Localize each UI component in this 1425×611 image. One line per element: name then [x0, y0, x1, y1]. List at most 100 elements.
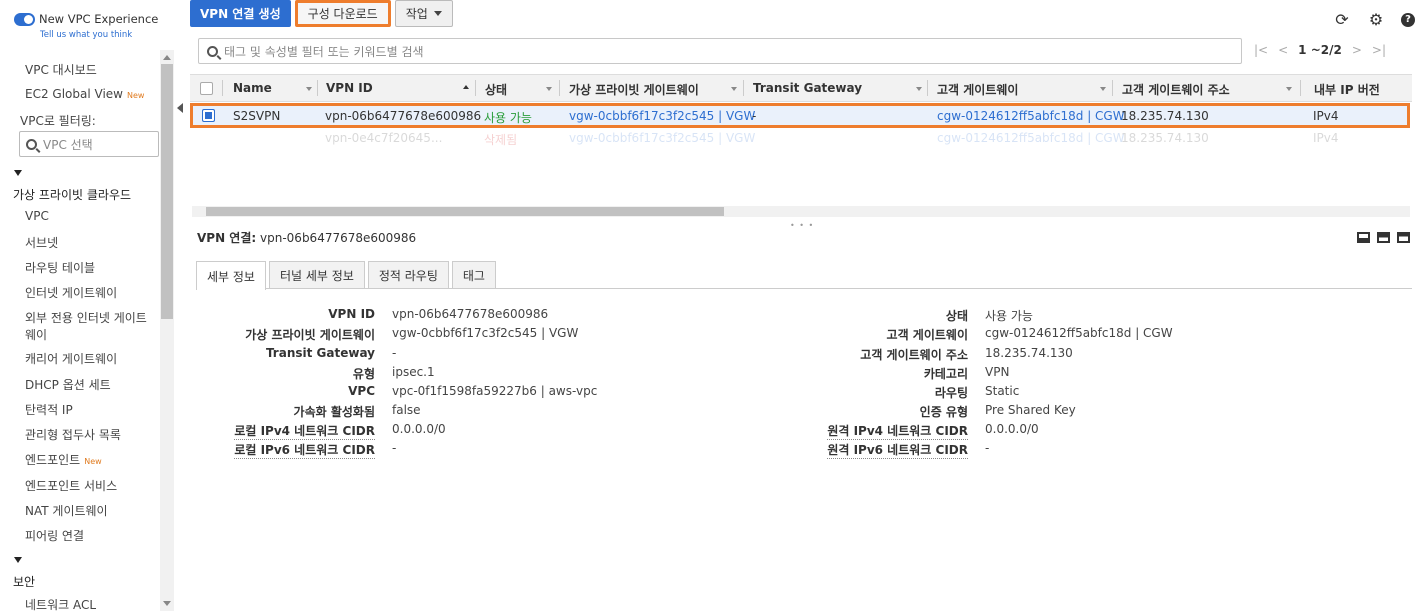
detail-value: vpn-06b6477678e600986: [392, 307, 549, 321]
sidebar-item-endpoint-services[interactable]: 엔드포인트 서비스: [25, 477, 117, 494]
cell-vgw-link[interactable]: vgw-0cbbf6f17c3f2c545 | VGW: [569, 131, 755, 145]
actions-button[interactable]: 작업: [394, 0, 453, 27]
sidebar-item-network-acl[interactable]: 네트워크 ACL: [25, 596, 96, 611]
detail-vgw-link[interactable]: vgw-0cbbf6f17c3f2c545 | VGW: [392, 326, 578, 340]
panel-resize-handle[interactable]: • • •: [790, 221, 814, 230]
sort-asc-icon[interactable]: [463, 85, 469, 89]
cell-cgw-link[interactable]: cgw-0124612ff5abfc18d | CGW: [937, 131, 1125, 145]
search-icon: [26, 138, 37, 150]
tab-static-routes[interactable]: 정적 라우팅: [367, 261, 449, 288]
col-vpn-id[interactable]: VPN ID: [326, 81, 373, 95]
table-row[interactable]: S2SVPN vpn-06b6477678e600986 사용 가능 vgw-0…: [190, 103, 1410, 128]
cell-vgw-link[interactable]: vgw-0cbbf6f17c3f2c545 | VGW: [569, 109, 755, 123]
tab-details[interactable]: 세부 정보: [196, 261, 266, 290]
layout-top-icon[interactable]: [1397, 232, 1410, 243]
cell-cgw-address: 18.235.74.130: [1121, 109, 1209, 123]
cell-transit-gateway: -: [752, 109, 757, 123]
first-page-icon[interactable]: |<: [1254, 43, 1268, 57]
next-page-icon[interactable]: >: [1352, 43, 1362, 57]
sort-icon[interactable]: [1286, 87, 1292, 91]
search-icon: [207, 45, 218, 57]
sort-icon[interactable]: [546, 87, 552, 91]
scroll-thumb[interactable]: [161, 64, 173, 319]
column-divider: [475, 80, 476, 96]
sidebar-item-peering[interactable]: 피어링 연결: [25, 527, 84, 544]
refresh-icon[interactable]: ⟳: [1333, 10, 1351, 29]
layout-icons: [1357, 232, 1410, 243]
cell-state: 사용 가능: [484, 111, 532, 125]
filter-by-vpc-label: VPC로 필터링:: [20, 114, 96, 128]
detail-cgw-link[interactable]: cgw-0124612ff5abfc18d | CGW: [985, 326, 1173, 340]
sort-icon[interactable]: [916, 87, 922, 91]
sidebar-item-egress-only-igw-cont[interactable]: 웨이: [25, 326, 47, 343]
col-vgw[interactable]: 가상 프라이빗 게이트웨이: [569, 81, 699, 98]
column-divider: [1112, 80, 1113, 96]
last-page-icon[interactable]: >|: [1372, 43, 1386, 57]
col-name[interactable]: Name: [233, 81, 272, 95]
layout-bottom-icon[interactable]: [1357, 232, 1370, 243]
scroll-down-icon[interactable]: [163, 601, 171, 606]
detail-label: VPN ID: [328, 307, 375, 321]
section-collapse-icon[interactable]: [14, 557, 22, 563]
search-input[interactable]: 태그 및 속성별 필터 또는 키워드별 검색: [198, 38, 1242, 64]
detail-value: ipsec.1: [392, 365, 435, 379]
top-icons: ⟳ ⚙ ?: [1333, 10, 1415, 29]
row-checkbox[interactable]: [202, 109, 215, 122]
detail-label: 고객 게이트웨이: [886, 328, 968, 342]
col-cgw-address[interactable]: 고객 게이트웨이 주소: [1122, 81, 1230, 98]
cell-vpn-id: vpn-06b6477678e600986: [325, 109, 482, 123]
detail-value: Static: [985, 384, 1020, 398]
sidebar-item-vpc-dashboard[interactable]: VPC 대시보드: [25, 61, 97, 78]
detail-value: VPN: [985, 365, 1010, 379]
gear-icon[interactable]: ⚙: [1367, 10, 1385, 29]
sidebar-item-elastic-ip[interactable]: 탄력적 IP: [25, 401, 73, 418]
toggle-switch[interactable]: [14, 12, 35, 26]
sidebar-item-prefix-lists[interactable]: 관리형 접두사 목록: [25, 426, 121, 443]
detail-vpc-link[interactable]: vpc-0f1f1598fa59227b6 | aws-vpc: [392, 384, 597, 398]
sidebar-scrollbar[interactable]: [160, 50, 174, 611]
sort-icon[interactable]: [1100, 87, 1106, 91]
sidebar-item-route-tables[interactable]: 라우팅 테이블: [25, 259, 95, 276]
col-inner-ip-version[interactable]: 내부 IP 버전: [1314, 81, 1380, 98]
cell-cgw-link[interactable]: cgw-0124612ff5abfc18d | CGW: [937, 109, 1125, 123]
layout-split-icon[interactable]: [1377, 232, 1390, 243]
table-horizontal-scrollbar[interactable]: [192, 206, 1410, 217]
column-divider: [1300, 80, 1301, 96]
create-vpn-button[interactable]: VPN 연결 생성: [190, 0, 291, 27]
sort-icon[interactable]: [731, 87, 737, 91]
prev-page-icon[interactable]: <: [1278, 43, 1288, 57]
sidebar-item-internet-gateways[interactable]: 인터넷 게이트웨이: [25, 284, 117, 301]
detail-title-value: vpn-06b6477678e600986: [260, 231, 417, 245]
sort-icon[interactable]: [306, 87, 312, 91]
sidebar-item-egress-only-igw[interactable]: 외부 전용 인터넷 게이트: [25, 309, 147, 326]
sidebar-item-label: EC2 Global View: [25, 87, 123, 101]
new-vpc-toggle-row[interactable]: New VPC Experience: [14, 12, 158, 26]
select-all-checkbox[interactable]: [200, 82, 213, 95]
scroll-up-icon[interactable]: [163, 55, 171, 60]
download-config-button[interactable]: 구성 다운로드: [294, 0, 391, 27]
scroll-thumb[interactable]: [206, 207, 724, 216]
section-collapse-icon[interactable]: [14, 170, 22, 176]
tab-tags[interactable]: 태그: [451, 261, 496, 288]
col-transit-gateway[interactable]: Transit Gateway: [753, 81, 862, 95]
actions-label: 작업: [405, 7, 428, 21]
col-state[interactable]: 상태: [485, 81, 507, 98]
sidebar-item-endpoints[interactable]: 엔드포인트 New: [25, 451, 102, 468]
feedback-link[interactable]: Tell us what you think: [40, 30, 132, 40]
page-count: 1 ~2/2: [1298, 43, 1342, 57]
sidebar-item-ec2-global-view[interactable]: EC2 Global View New: [25, 87, 144, 101]
new-badge: New: [84, 457, 102, 466]
detail-label: 원격 IPv4 네트워크 CIDR: [827, 424, 968, 440]
col-cgw[interactable]: 고객 게이트웨이: [937, 81, 1018, 98]
tab-tunnel-details[interactable]: 터널 세부 정보: [268, 261, 365, 288]
sidebar-item-nat-gateways[interactable]: NAT 게이트웨이: [25, 502, 108, 519]
vpc-filter-select[interactable]: VPC 선택: [19, 131, 159, 157]
sidebar-item-subnets[interactable]: 서브넷: [25, 234, 58, 251]
cell-inner-ip-version: IPv4: [1313, 131, 1339, 145]
table-row[interactable]: vpn-0e4c7f20645... 삭제됨 vgw-0cbbf6f17c3f2…: [190, 130, 1410, 150]
collapse-sidebar-icon[interactable]: [175, 98, 185, 118]
sidebar-item-dhcp-options[interactable]: DHCP 옵션 세트: [25, 376, 111, 393]
sidebar-item-vpc[interactable]: VPC: [25, 209, 49, 223]
help-icon[interactable]: ?: [1401, 12, 1415, 27]
sidebar-item-carrier-gateways[interactable]: 캐리어 게이트웨이: [25, 350, 117, 367]
